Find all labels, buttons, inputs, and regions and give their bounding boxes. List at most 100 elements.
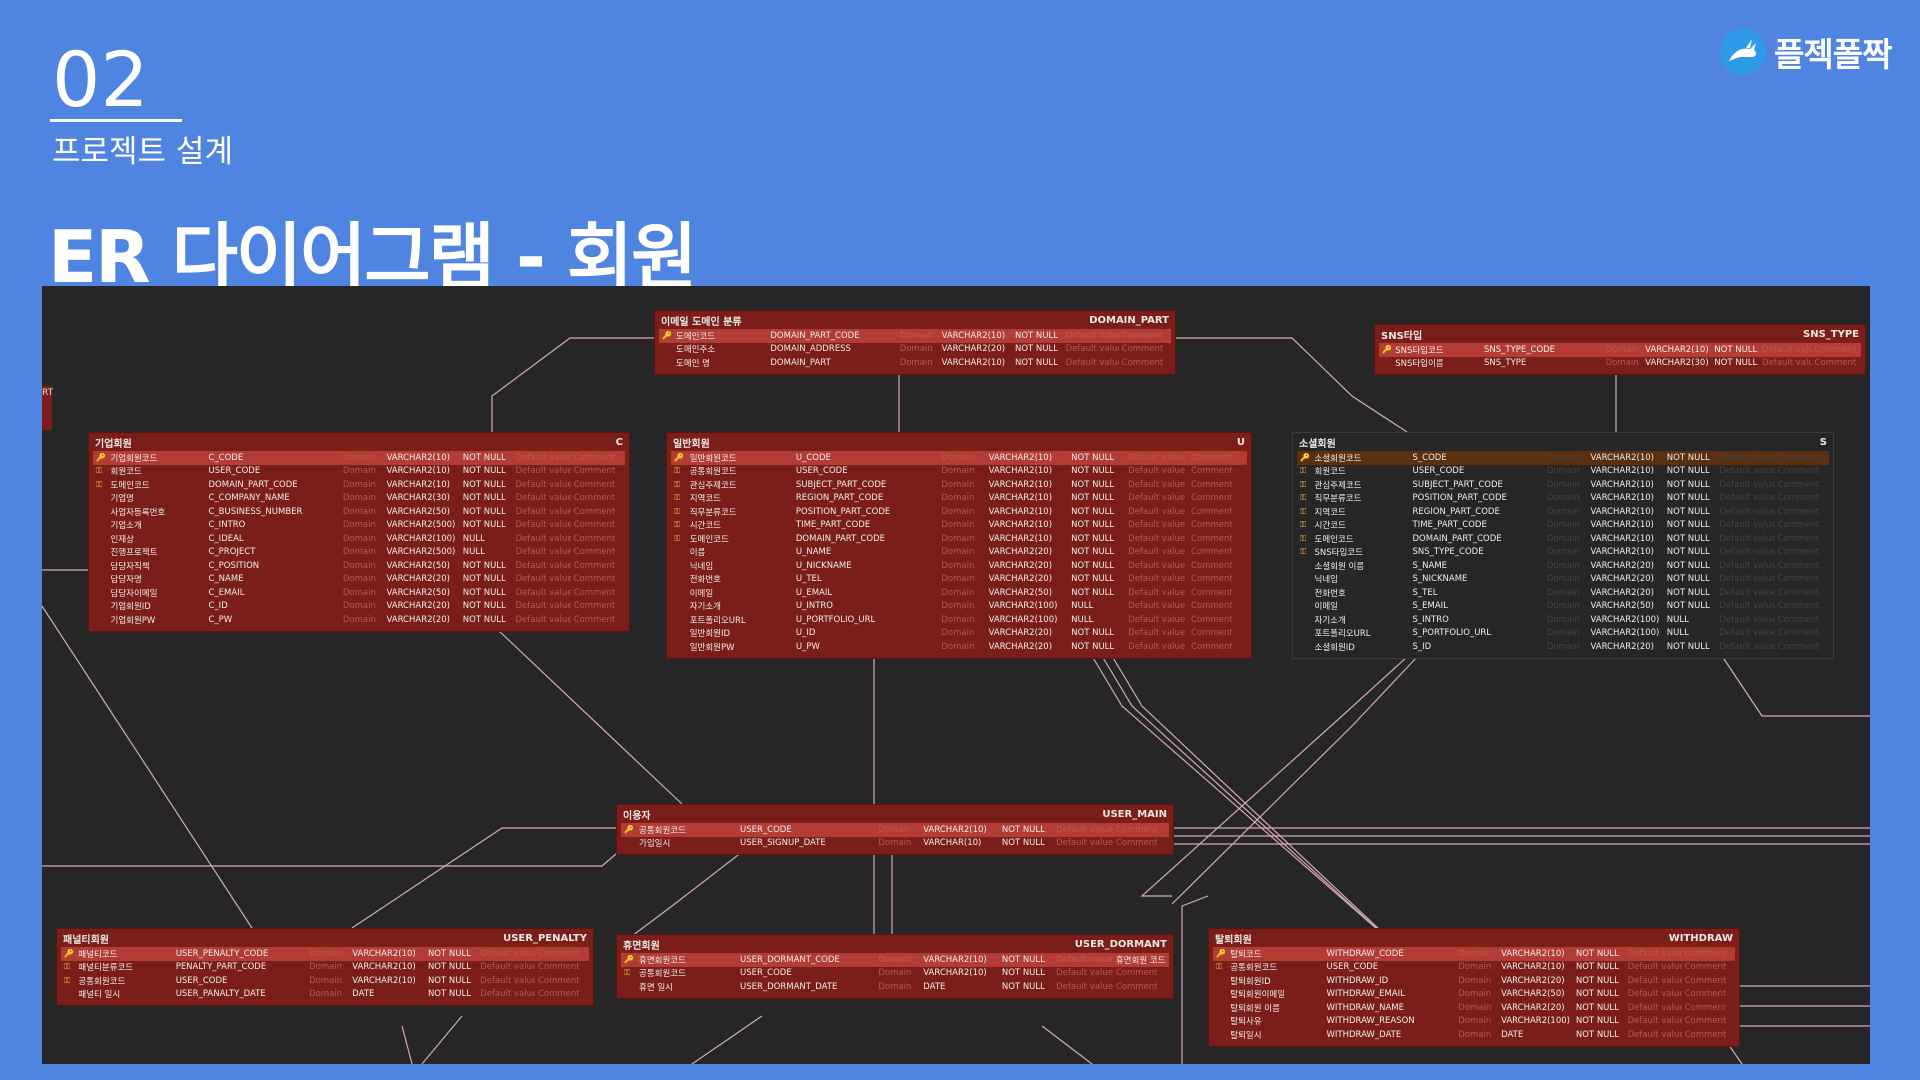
table-row[interactable]: 자기소개 U_INTRO Domain VARCHAR2(100) NULL Defaul… (671, 600, 1247, 614)
column-default: Default value (480, 962, 535, 973)
column-comment: Comment (1684, 1002, 1727, 1013)
table-row[interactable]: 이름 U_NAME Domain VARCHAR2(20) NOT NULL Defaul… (671, 546, 1247, 560)
table-row[interactable]: 도메인 명 DOMAIN_PART Domain VARCHAR2(10) NOT NU… (659, 356, 1171, 370)
table-row[interactable]: ⚿ 시간코드 TIME_PART_CODE Domain VARCHAR2(10) NOT… (671, 519, 1247, 533)
table-row[interactable]: 🔑 패널티코드 USER_PENALTY_CODE Domain VARCHAR2(10… (61, 947, 589, 961)
table-row[interactable]: 🔑 휴면회원코드 USER_DORMANT_CODE Domain VARCHAR2(1… (621, 953, 1169, 967)
table-row[interactable]: 소셜회원 이름 S_NAME Domain VARCHAR2(20) NOT NULL D… (1297, 559, 1829, 573)
table-row[interactable]: ⚿ 지역코드 REGION_PART_CODE Domain VARCHAR2(10) N… (671, 492, 1247, 506)
table-row[interactable]: ⚿ SNS타입코드 SNS_TYPE_CODE Domain VARCHAR2(10) N… (1297, 546, 1829, 560)
table-row[interactable]: 🔑 소셜회원코드 S_CODE Domain VARCHAR2(10) NOT NULL D… (1297, 451, 1829, 465)
table-row[interactable]: 일반회원PW U_PW Domain VARCHAR2(20) NOT NULL Defa… (671, 640, 1247, 654)
table-row[interactable]: ⚿ 직무분류코드 POSITION_PART_CODE Domain VARCHAR2(… (1297, 492, 1829, 506)
table-row[interactable]: 가입일시 USER_SIGNUP_DATE Domain VARCHAR(10) NOT… (621, 837, 1169, 851)
table-row[interactable]: 기업회원ID C_ID Domain VARCHAR2(20) NOT NULL Defa… (93, 600, 625, 614)
er-table-user_main[interactable]: 이용자 USER_MAIN 🔑 공통회원코드 USER_CODE Domain VARCHA… (616, 804, 1174, 855)
column-default: Default value (1056, 981, 1113, 992)
table-row[interactable]: ⚿ 회원코드 USER_CODE Domain VARCHAR2(10) NOT NULL… (1297, 465, 1829, 479)
table-row[interactable]: 소셜회원ID S_ID Domain VARCHAR2(20) NOT NULL Defa… (1297, 640, 1829, 654)
brand-name: 플젝폴짝 (1774, 35, 1892, 74)
er-table-withdraw[interactable]: 탈퇴회원 WITHDRAW 🔑 탈퇴코드 WITHDRAW_CODE Domain VARC… (1208, 928, 1740, 1047)
column-logical-name: 포트폴리오URL (1314, 629, 1371, 640)
table-row[interactable]: 🔑 도메인코드 DOMAIN_PART_CODE Domain VARCHAR2(10)… (659, 329, 1171, 343)
table-row[interactable]: 포트폴리오URL U_PORTFOLIO_URL Domain VARCHAR2(10… (671, 613, 1247, 627)
column-nullable: NOT NULL (1071, 452, 1115, 463)
er-table-dormant[interactable]: 휴면회원 USER_DORMANT 🔑 휴면회원코드 USER_DORMANT_CODE… (616, 934, 1174, 999)
table-row[interactable]: 탈퇴회원ID WITHDRAW_ID Domain VARCHAR2(20) NOT N… (1213, 974, 1735, 988)
column-default: Default value (1128, 628, 1186, 639)
table-row[interactable]: ⚿ 도메인코드 DOMAIN_PART_CODE Domain VARCHAR2(10)… (671, 532, 1247, 546)
er-diagram-canvas: RT 이메일 도메인 분류 DOMAIN_PART 🔑 도메인코드 DOMAIN_PAR… (42, 286, 1870, 1064)
table-row[interactable]: 포트폴리오URL S_PORTFOLIO_URL Domain VARCHAR2(10… (1297, 627, 1829, 641)
table-row[interactable]: 일반회원ID U_ID Domain VARCHAR2(20) NOT NULL Defa… (671, 627, 1247, 641)
column-type: VARCHAR2(10) (386, 452, 450, 463)
table-row[interactable]: 휴면 일시 USER_DORMANT_DATE Domain DATE NOT NULL… (621, 980, 1169, 994)
table-row[interactable]: ⚿ 도메인코드 DOMAIN_PART_CODE Domain VARCHAR2(10)… (1297, 532, 1829, 546)
table-row[interactable]: 자기소개 S_INTRO Domain VARCHAR2(100) NULL Defaul… (1297, 613, 1829, 627)
table-row[interactable]: ⚿ 공통회원코드 USER_CODE Domain VARCHAR2(10) NOT NU… (1213, 961, 1735, 975)
table-row[interactable]: 담당자명 C_NAME Domain VARCHAR2(20) NOT NULL Defa… (93, 573, 625, 587)
table-row[interactable]: 사업자등록번호 C_BUSINESS_NUMBER Domain VARCHAR2(5… (93, 505, 625, 519)
table-row[interactable]: 기업소개 C_INTRO Domain VARCHAR2(500) NOT NULL De… (93, 519, 625, 533)
column-physical-name: U_INTRO (795, 601, 834, 612)
column-physical-name: U_NICKNAME (795, 560, 852, 571)
table-row[interactable]: 🔑 공통회원코드 USER_CODE Domain VARCHAR2(10) NOT NU… (621, 823, 1169, 837)
column-logical-name: 일반회원ID (689, 629, 731, 640)
table-row[interactable]: ⚿ 관심주제코드 SUBJECT_PART_CODE Domain VARCHAR2(1… (1297, 478, 1829, 492)
table-row[interactable]: 전화번호 S_TEL Domain VARCHAR2(20) NOT NULL Defau… (1297, 586, 1829, 600)
table-row[interactable]: 이메일 S_EMAIL Domain VARCHAR2(50) NOT NULL Defa… (1297, 600, 1829, 614)
column-physical-name: U_CODE (795, 452, 831, 463)
table-row[interactable]: 전화번호 U_TEL Domain VARCHAR2(20) NOT NULL Defau… (671, 573, 1247, 587)
table-row[interactable]: 이메일 U_EMAIL Domain VARCHAR2(50) NOT NULL Defa… (671, 586, 1247, 600)
table-row[interactable]: 탈퇴회원이메일 WITHDRAW_EMAIL Domain VARCHAR2(50) N… (1213, 988, 1735, 1002)
table-row[interactable]: 도메인주소 DOMAIN_ADDRESS Domain VARCHAR2(20) NOT… (659, 343, 1171, 357)
table-row[interactable]: 닉네임 U_NICKNAME Domain VARCHAR2(20) NOT NULL D… (671, 559, 1247, 573)
column-type: VARCHAR2(10) (1501, 962, 1565, 973)
table-row[interactable]: 패널티 일시 USER_PANALTY_DATE Domain DATE NOT NUL… (61, 988, 589, 1002)
column-physical-name: DOMAIN_ADDRESS (770, 344, 851, 355)
column-logical-name: 자기소개 (1314, 615, 1346, 626)
table-row[interactable]: ⚿ 회원코드 USER_CODE Domain VARCHAR2(10) NOT NULL… (93, 465, 625, 479)
table-row[interactable]: SNS타입이름 SNS_TYPE Domain VARCHAR2(30) NOT NUL… (1379, 357, 1861, 371)
er-table-general[interactable]: 일반회원 U 🔑 일반회원코드 U_CODE Domain VARCHAR2(10) NOT … (666, 432, 1252, 659)
table-row[interactable]: 🔑 일반회원코드 U_CODE Domain VARCHAR2(10) NOT NULL D… (671, 451, 1247, 465)
column-nullable: NOT NULL (1071, 628, 1115, 639)
column-default: Default value (515, 506, 571, 517)
table-row[interactable]: 🔑 탈퇴코드 WITHDRAW_CODE Domain VARCHAR2(10) NOT … (1213, 947, 1735, 961)
er-table-penalty[interactable]: 패널티회원 USER_PENALTY 🔑 패널티코드 USER_PENALTY_CODE… (56, 928, 594, 1006)
table-row[interactable]: ⚿ 도메인코드 DOMAIN_PART_CODE Domain VARCHAR2(10)… (93, 478, 625, 492)
table-row[interactable]: ⚿ 패널티분류코드 PENALTY_PART_CODE Domain VARCHAR2(… (61, 961, 589, 975)
er-table-social[interactable]: 소셜회원 S 🔑 소셜회원코드 S_CODE Domain VARCHAR2(10) NOT … (1292, 432, 1834, 659)
table-row[interactable]: 🔑 기업회원코드 C_CODE Domain VARCHAR2(10) NOT NULL D… (93, 451, 625, 465)
er-table-domain_part[interactable]: 이메일 도메인 분류 DOMAIN_PART 🔑 도메인코드 DOMAIN_PART_C… (654, 310, 1176, 375)
er-table-sns_type[interactable]: SNS타입 SNS_TYPE 🔑 SNS타입코드 SNS_TYPE_CODE Domain… (1374, 324, 1866, 375)
column-nullable: NOT NULL (1071, 547, 1115, 558)
table-row[interactable]: 담당자직책 C_POSITION Domain VARCHAR2(50) NOT NUL… (93, 559, 625, 573)
column-domain: Domain (342, 506, 376, 517)
table-row[interactable]: ⚿ 공통회원코드 USER_CODE Domain VARCHAR2(10) NOT NU… (671, 465, 1247, 479)
column-logical-name: SNS타입코드 (1395, 345, 1444, 356)
column-type: VARCHAR2(10) (941, 357, 1006, 368)
er-table-company[interactable]: 기업회원 C 🔑 기업회원코드 C_CODE Domain VARCHAR2(10) NOT … (88, 432, 630, 632)
table-row[interactable]: ⚿ 지역코드 REGION_PART_CODE Domain VARCHAR2(10) N… (1297, 505, 1829, 519)
table-row[interactable]: 담당자이메일 C_EMAIL Domain VARCHAR2(50) NOT NULL D… (93, 586, 625, 600)
table-logical-name: 기업회원 (95, 438, 132, 450)
table-row[interactable]: 탈퇴사유 WITHDRAW_REASON Domain VARCHAR2(100) NO… (1213, 1015, 1735, 1029)
table-row[interactable]: 진행프로젝트 C_PROJECT Domain VARCHAR2(500) NULL De… (93, 546, 625, 560)
table-row[interactable]: ⚿ 공통회원코드 USER_CODE Domain VARCHAR2(10) NOT NU… (61, 974, 589, 988)
table-row[interactable]: 기업회원PW C_PW Domain VARCHAR2(20) NOT NULL Defa… (93, 613, 625, 627)
table-row[interactable]: 인재상 C_IDEAL Domain VARCHAR2(100) NULL Default… (93, 532, 625, 546)
column-physical-name: U_NAME (795, 547, 832, 558)
table-row[interactable]: 닉네임 S_NICKNAME Domain VARCHAR2(20) NOT NULL D… (1297, 573, 1829, 587)
table-row[interactable]: 기업명 C_COMPANY_NAME Domain VARCHAR2(30) NOT N… (93, 492, 625, 506)
table-row[interactable]: ⚿ 시간코드 TIME_PART_CODE Domain VARCHAR2(10) NOT… (1297, 519, 1829, 533)
table-row[interactable]: 탈퇴회원 이름 WITHDRAW_NAME Domain VARCHAR2(20) NO… (1213, 1001, 1735, 1015)
table-row[interactable]: ⚿ 직무분류코드 POSITION_PART_CODE Domain VARCHAR2(… (671, 505, 1247, 519)
table-row[interactable]: 🔑 SNS타입코드 SNS_TYPE_CODE Domain VARCHAR2(10) N… (1379, 343, 1861, 357)
column-logical-name: 인재상 (110, 534, 134, 545)
column-physical-name: DOMAIN_PART_CODE (770, 330, 860, 341)
table-row[interactable]: 탈퇴일시 WITHDRAW_DATE Domain DATE NOT NULL Defau… (1213, 1028, 1735, 1042)
column-comment: Comment (573, 533, 616, 544)
table-row[interactable]: ⚿ 공통회원코드 USER_CODE Domain VARCHAR2(10) NOT NU… (621, 967, 1169, 981)
table-row[interactable]: ⚿ 관심주제코드 SUBJECT_PART_CODE Domain VARCHAR2(1… (671, 478, 1247, 492)
